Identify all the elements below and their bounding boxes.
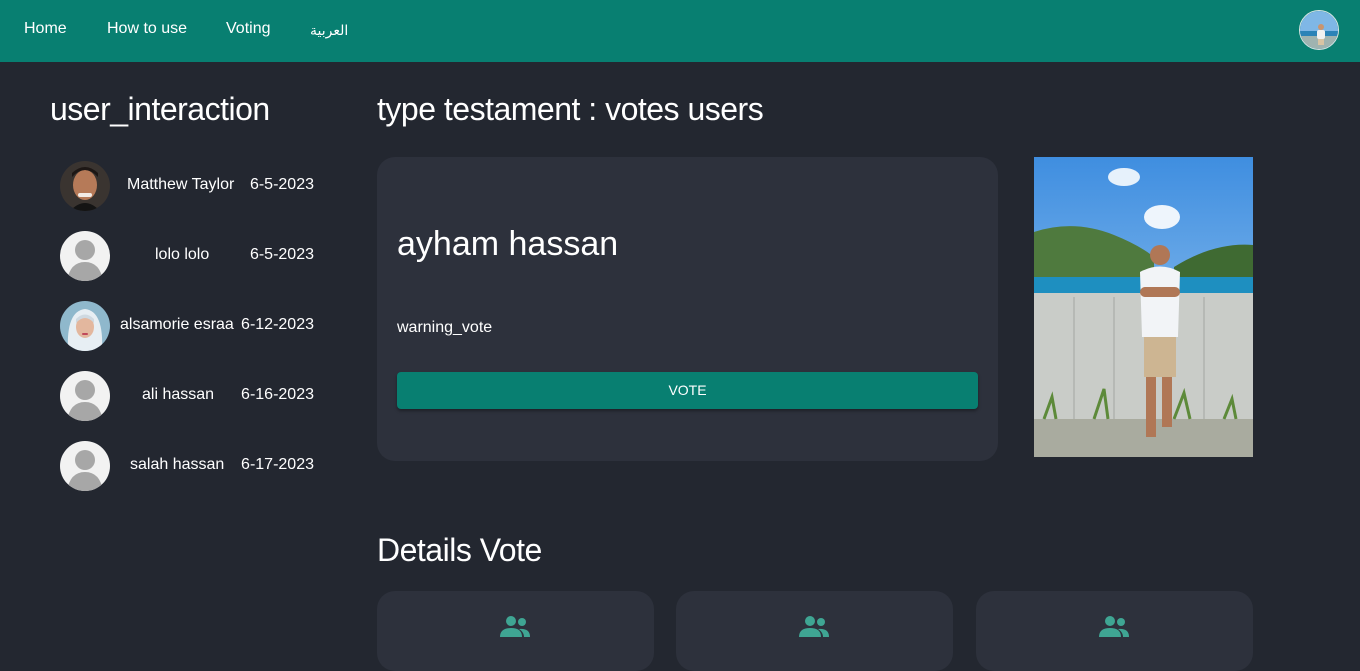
- user-photo-icon: [60, 301, 110, 351]
- user-date: 6-12-2023: [241, 316, 314, 333]
- group-icon: [500, 616, 530, 637]
- detail-card: [676, 591, 953, 671]
- vote-card: ayham hassan warning_vote VOTE: [377, 157, 998, 461]
- candidate-name: ayham hassan: [397, 225, 619, 263]
- sidebar-title: user_interaction: [50, 91, 270, 127]
- user-date: 6-16-2023: [241, 386, 314, 403]
- group-icon: [799, 616, 829, 637]
- user-photo-icon: [60, 161, 110, 211]
- user-name: Matthew Taylor: [127, 176, 235, 193]
- user-list-item[interactable]: lolo lolo 6-5-2023: [60, 231, 316, 281]
- details-title: Details Vote: [377, 532, 542, 568]
- profile-avatar[interactable]: [1299, 10, 1339, 50]
- user-date: 6-5-2023: [249, 246, 314, 263]
- user-date: 6-5-2023: [249, 176, 314, 193]
- user-avatar: [60, 301, 110, 351]
- user-list-item[interactable]: ali hassan 6-16-2023: [60, 371, 316, 421]
- candidate-photo: [1034, 157, 1253, 457]
- group-icon: [1099, 616, 1129, 637]
- user-name: alsamorie esraa: [120, 316, 234, 333]
- user-list-item[interactable]: Matthew Taylor 6-5-2023: [60, 161, 316, 211]
- nav-link-voting[interactable]: Voting: [226, 20, 270, 38]
- default-avatar-icon: [60, 231, 110, 281]
- user-name: lolo lolo: [155, 246, 210, 263]
- nav-link-arabic[interactable]: العربية: [310, 22, 348, 39]
- top-navbar: Home How to use Voting العربية: [0, 0, 1360, 62]
- user-avatar: [60, 161, 110, 211]
- page-title: type testament : votes users: [377, 91, 764, 127]
- detail-card: [377, 591, 654, 671]
- detail-card: [976, 591, 1253, 671]
- user-list-item[interactable]: salah hassan 6-17-2023: [60, 441, 316, 491]
- vote-warning-text: warning_vote: [397, 319, 493, 336]
- default-avatar-icon: [60, 371, 110, 421]
- user-list-item[interactable]: alsamorie esraa 6-12-2023: [60, 301, 316, 351]
- nav-link-how-to-use[interactable]: How to use: [107, 20, 187, 38]
- profile-photo-icon: [1300, 11, 1338, 49]
- default-avatar-icon: [60, 441, 110, 491]
- user-name: ali hassan: [142, 386, 215, 403]
- candidate-photo-image: [1034, 157, 1253, 457]
- vote-button[interactable]: VOTE: [397, 372, 978, 409]
- user-name: salah hassan: [130, 456, 225, 473]
- nav-link-home[interactable]: Home: [24, 20, 67, 38]
- user-date: 6-17-2023: [241, 456, 314, 473]
